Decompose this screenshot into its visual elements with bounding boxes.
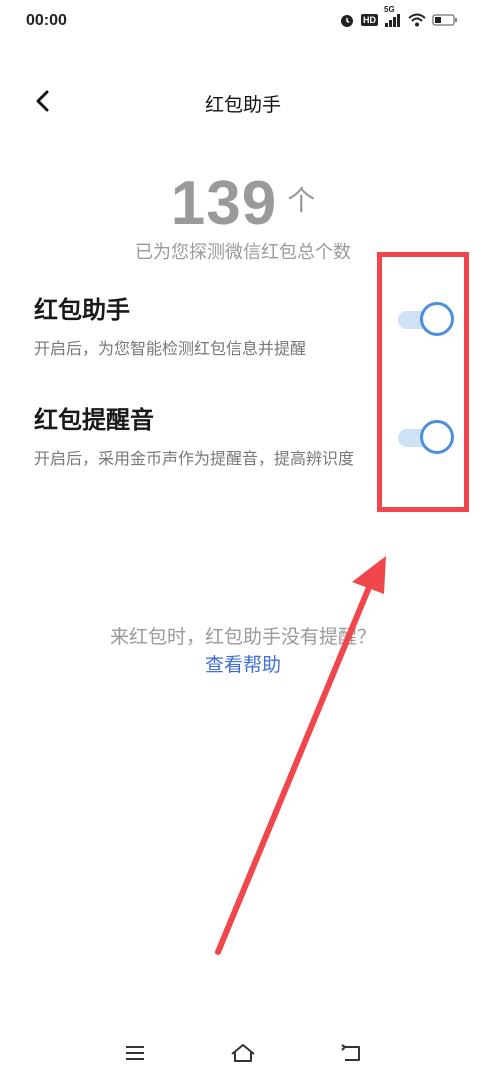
status-icons: HD 5G: [339, 5, 458, 28]
signal-icon: 5G: [384, 5, 402, 27]
page-title: 红包助手: [204, 94, 281, 116]
annotation-arrow: [215, 556, 386, 955]
help-question: 来红包时，红包助手没有提醒？: [109, 626, 376, 648]
red-packet-count: 139: [170, 169, 278, 238]
setting-description: 开启后，采用金币声作为提醒音，提高辨识度: [34, 449, 355, 468]
home-icon: [231, 1044, 255, 1062]
count-unit: 个: [287, 184, 316, 217]
back-nav-button[interactable]: [333, 1038, 369, 1068]
alarm-icon: [339, 12, 355, 28]
hd-icon: HD: [361, 14, 378, 26]
view-help-link[interactable]: 查看帮助: [0, 650, 486, 677]
red-packet-counter: 139 个: [0, 168, 486, 239]
back-icon: [341, 1044, 360, 1061]
menu-button[interactable]: [117, 1038, 153, 1068]
header: 红包助手: [0, 80, 486, 124]
home-button[interactable]: [225, 1038, 261, 1068]
status-bar: 00:00 HD 5G: [0, 0, 486, 44]
menu-icon: [126, 1046, 144, 1060]
wifi-icon: [408, 13, 426, 27]
status-time: 00:00: [26, 12, 67, 29]
network-type: 5G: [384, 5, 395, 14]
annotation-highlight-box: [377, 252, 469, 512]
battery-icon: [432, 13, 458, 27]
navigation-bar: [0, 1030, 486, 1080]
setting-description: 开启后，为您智能检测红包信息并提醒: [34, 339, 307, 358]
